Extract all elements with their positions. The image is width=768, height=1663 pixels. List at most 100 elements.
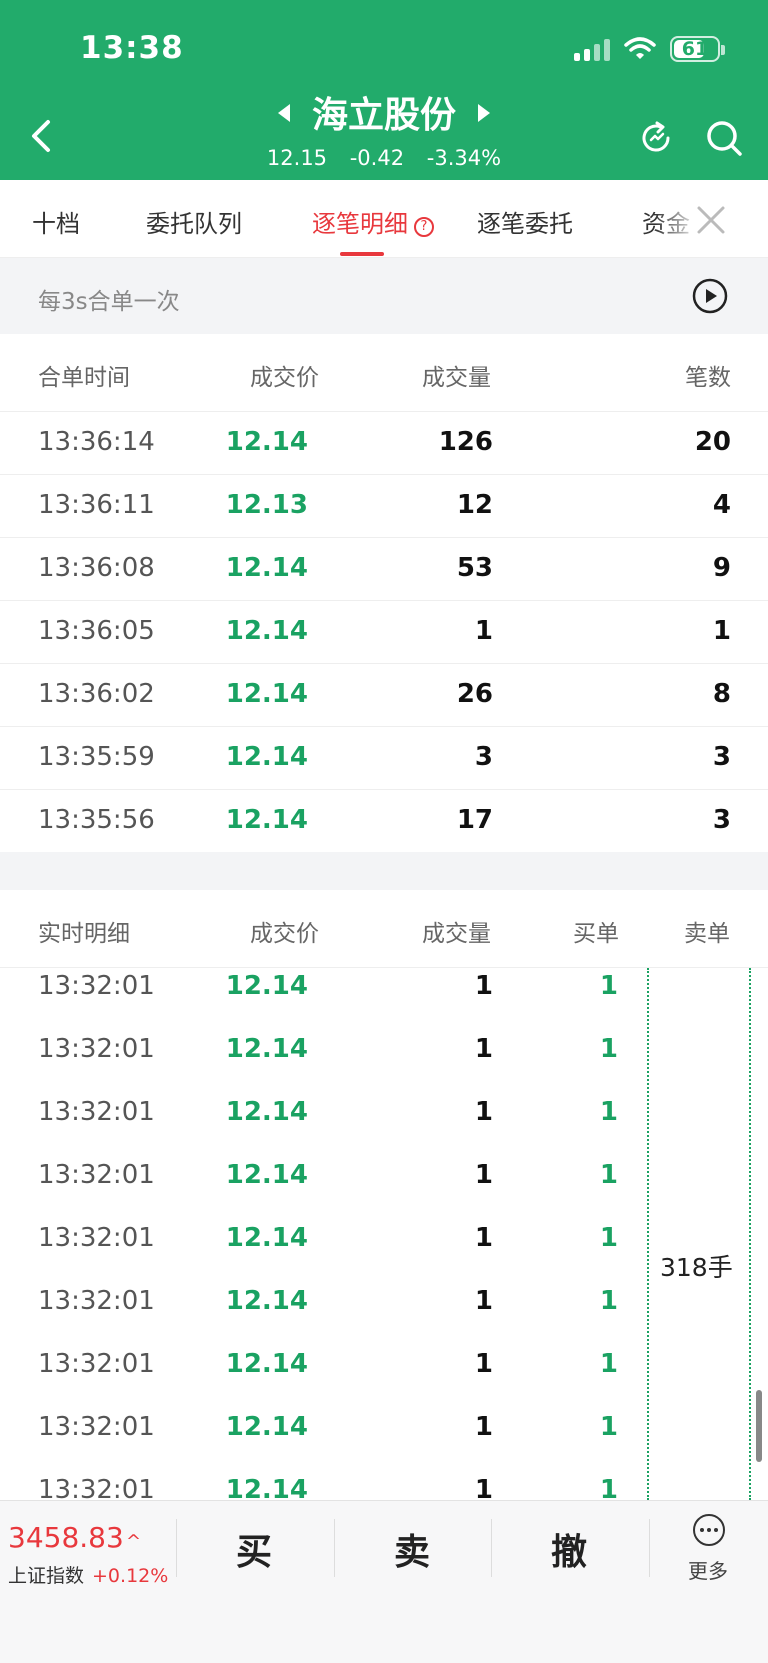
row-time: 13:32:01 (38, 1475, 155, 1500)
tab-tick-detail-label: 逐笔明细 (312, 210, 408, 238)
row-count: 4 (712, 490, 731, 520)
row-volume: 126 (438, 427, 493, 457)
row-buy: 1 (599, 1034, 618, 1064)
row-volume: 53 (456, 553, 493, 583)
row-price: 12.14 (225, 742, 308, 772)
tab-tick-detail[interactable]: 逐笔明细? (312, 204, 434, 239)
row-count: 3 (712, 805, 731, 835)
row-volume: 12 (456, 490, 493, 520)
refresh-icon[interactable] (636, 118, 676, 158)
row-volume: 26 (456, 679, 493, 709)
index-expand-icon[interactable]: ^ (126, 1531, 141, 1552)
index-name: 上证指数 (8, 1565, 85, 1587)
close-icon[interactable] (695, 204, 727, 236)
realtime-table-row: 13:32:01 12.14 1 1 (0, 1397, 768, 1460)
row-buy: 1 (599, 1475, 618, 1500)
row-buy: 1 (599, 1160, 618, 1190)
row-count: 20 (694, 427, 731, 457)
sell-order-value: 318手 (660, 1253, 733, 1282)
scrollbar[interactable] (756, 1390, 762, 1462)
header-price: 成交价 (250, 365, 319, 391)
row-price: 12.13 (225, 490, 308, 520)
row-volume: 1 (474, 1223, 493, 1253)
realtime-trades-table: 实时明细 成交价 成交量 买单 卖单 13:32:01 12.14 1 1 13:32:… (0, 890, 768, 1500)
status-time: 13:38 (80, 30, 184, 66)
row-buy: 1 (599, 1349, 618, 1379)
tab-ten-levels[interactable]: 十档 (32, 204, 80, 239)
index-info: 上证指数 +0.12% (8, 1561, 168, 1588)
header: 13:38 61 海立股份 12.15 -0.42 -3.34% (0, 0, 768, 180)
tab-order-queue[interactable]: 委托队列 (146, 204, 242, 239)
row-buy: 1 (599, 971, 618, 1001)
row-time: 13:32:01 (38, 1286, 155, 1316)
buy-button[interactable]: 买 (236, 1523, 272, 1575)
row-price: 12.14 (225, 553, 308, 583)
search-icon[interactable] (704, 118, 744, 158)
row-count: 9 (712, 553, 731, 583)
row-time: 13:35:56 (38, 805, 155, 835)
row-volume: 1 (474, 971, 493, 1001)
row-volume: 1 (474, 616, 493, 646)
realtime-table-row: 13:32:01 12.14 1 1 (0, 1145, 768, 1208)
row-price: 12.14 (225, 1034, 308, 1064)
merged-table-header: 合单时间 成交价 成交量 笔数 (0, 334, 768, 412)
row-time: 13:32:01 (38, 1097, 155, 1127)
realtime-table-row: 13:32:01 12.14 1 1 (0, 1460, 768, 1500)
header-sell: 卖单 (684, 921, 730, 947)
merged-table-row: 13:36:05 12.14 1 1 (0, 601, 768, 664)
merged-table-row: 13:35:59 12.14 3 3 (0, 727, 768, 790)
row-time: 13:32:01 (38, 971, 155, 1001)
realtime-table-row: 13:32:01 12.14 1 1 (0, 1208, 768, 1271)
row-time: 13:36:02 (38, 679, 155, 709)
header-realtime: 实时明细 (38, 921, 130, 947)
row-price: 12.14 (225, 1412, 308, 1442)
cancel-button[interactable]: 撤 (551, 1523, 587, 1575)
realtime-table-row: 13:32:01 12.14 1 1 (0, 1334, 768, 1397)
row-volume: 1 (474, 1097, 493, 1127)
row-volume: 1 (474, 1034, 493, 1064)
next-stock-icon[interactable] (478, 104, 490, 122)
row-price: 12.14 (225, 1160, 308, 1190)
realtime-table-row: 13:32:01 12.14 1 1 (0, 956, 768, 1019)
row-volume: 1 (474, 1286, 493, 1316)
row-count: 1 (712, 616, 731, 646)
header-volume: 成交量 (422, 921, 491, 947)
row-price: 12.14 (225, 427, 308, 457)
row-buy: 1 (599, 1223, 618, 1253)
bottom-bar: 3458.83 ^ 上证指数 +0.12% 买 卖 撤 更多 (0, 1500, 768, 1663)
header-price: 成交价 (250, 921, 319, 947)
merge-interval-text: 每3s合单一次 (38, 289, 180, 315)
status-icons: 61 (574, 36, 725, 62)
merged-table-row: 13:35:56 12.14 17 3 (0, 790, 768, 853)
play-icon[interactable] (692, 278, 728, 314)
more-label[interactable]: 更多 (688, 1555, 728, 1584)
index-value[interactable]: 3458.83 (8, 1521, 124, 1554)
tab-tick-orders[interactable]: 逐笔委托 (477, 204, 573, 239)
row-volume: 1 (474, 1475, 493, 1500)
row-price: 12.14 (225, 1286, 308, 1316)
row-buy: 1 (599, 1412, 618, 1442)
row-buy: 1 (599, 1097, 618, 1127)
row-price: 12.14 (225, 1223, 308, 1253)
realtime-table-row: 13:32:01 12.14 1 1 (0, 1271, 768, 1334)
wifi-icon (624, 37, 656, 59)
tab-bar: 十档 委托队列 逐笔明细? 逐笔委托 资金 (0, 180, 768, 258)
row-time: 13:32:01 (38, 1223, 155, 1253)
row-time: 13:36:05 (38, 616, 155, 646)
merged-table-row: 13:36:02 12.14 26 8 (0, 664, 768, 727)
row-volume: 1 (474, 1160, 493, 1190)
help-icon[interactable]: ? (414, 217, 434, 237)
row-time: 13:32:01 (38, 1160, 155, 1190)
battery-icon: 61 (670, 36, 725, 62)
merged-table-row: 13:36:14 12.14 126 20 (0, 412, 768, 475)
row-buy: 1 (599, 1286, 618, 1316)
row-time: 13:32:01 (38, 1349, 155, 1379)
battery-level: 61 (681, 38, 709, 60)
realtime-table-row: 13:32:01 12.14 1 1 (0, 1019, 768, 1082)
more-icon[interactable] (692, 1513, 726, 1547)
row-volume: 1 (474, 1349, 493, 1379)
merged-table-row: 13:36:11 12.13 12 4 (0, 475, 768, 538)
sell-button[interactable]: 卖 (394, 1523, 430, 1575)
row-time: 13:32:01 (38, 1412, 155, 1442)
row-price: 12.14 (225, 971, 308, 1001)
